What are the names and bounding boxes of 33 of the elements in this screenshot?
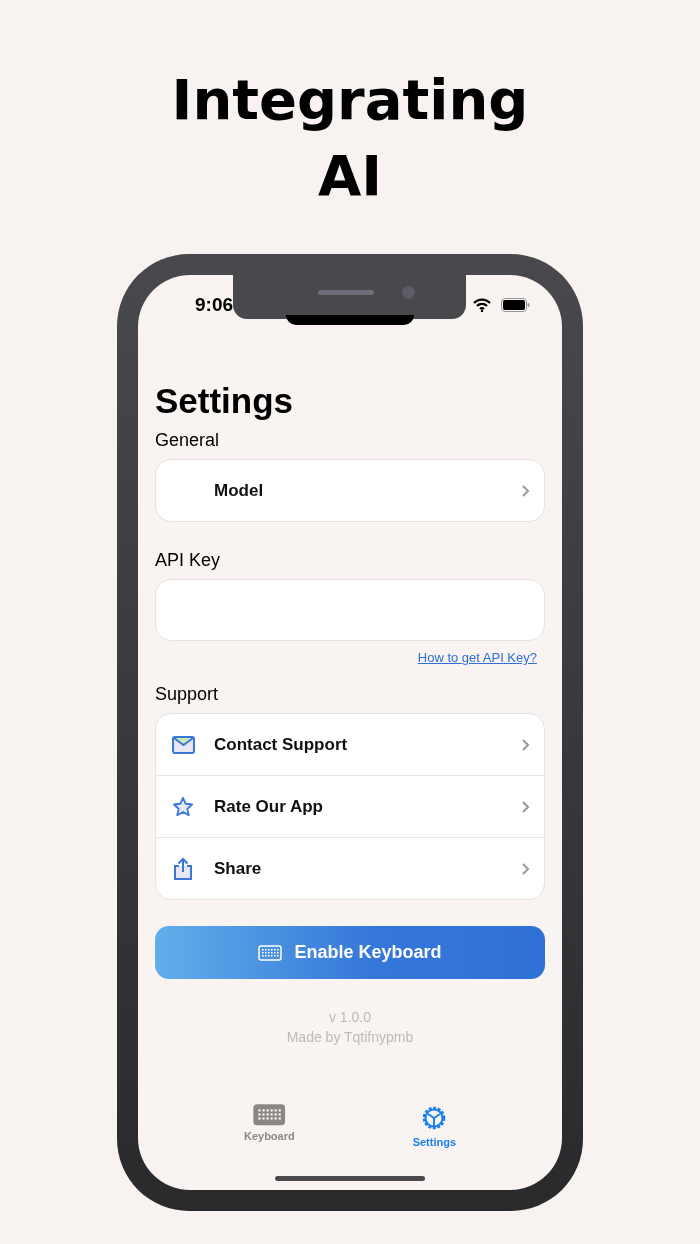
version-text: v 1.0.0 — [329, 1009, 371, 1025]
headline: Integrating AI — [170, 66, 530, 210]
tab-label: Keyboard — [243, 1129, 295, 1142]
chevron-icon — [521, 861, 530, 876]
battery-icon — [501, 298, 530, 312]
page-title: Settings — [155, 381, 295, 421]
share-icon — [172, 856, 194, 881]
row-label: Contact Support — [214, 734, 349, 755]
credit-text: Made by Tqtifnypmb — [286, 1029, 414, 1045]
envelope-icon — [172, 735, 195, 754]
chevron-icon — [521, 737, 530, 752]
enable-keyboard-button[interactable]: Enable Keyboard — [155, 926, 545, 979]
api-key-field[interactable] — [155, 579, 545, 641]
keyboard-icon — [258, 944, 283, 961]
settings-row[interactable]: Contact Support — [156, 714, 544, 775]
api-key-help-link[interactable]: How to get API Key? — [417, 650, 537, 665]
section-label: API Key — [155, 549, 222, 571]
row-label: Share — [214, 858, 263, 879]
section-label: Support — [155, 683, 220, 705]
wifi-icon — [473, 298, 491, 312]
keyboard-icon — [253, 1104, 286, 1126]
settings-row[interactable]: Share — [156, 837, 544, 899]
chevron-icon — [521, 799, 530, 814]
settings-row[interactable]: Model — [156, 460, 544, 521]
section-label: General — [155, 429, 221, 451]
chevron-icon — [521, 483, 530, 498]
tab-bar-item[interactable]: Settings — [412, 1104, 457, 1148]
row-label: Rate Our App — [214, 796, 324, 817]
status-time: 9:06 — [195, 294, 234, 316]
star-icon — [172, 796, 194, 817]
settings-row[interactable]: Rate Our App — [156, 775, 544, 837]
row-label: Model — [214, 480, 265, 501]
tab-label: Settings — [412, 1136, 457, 1148]
